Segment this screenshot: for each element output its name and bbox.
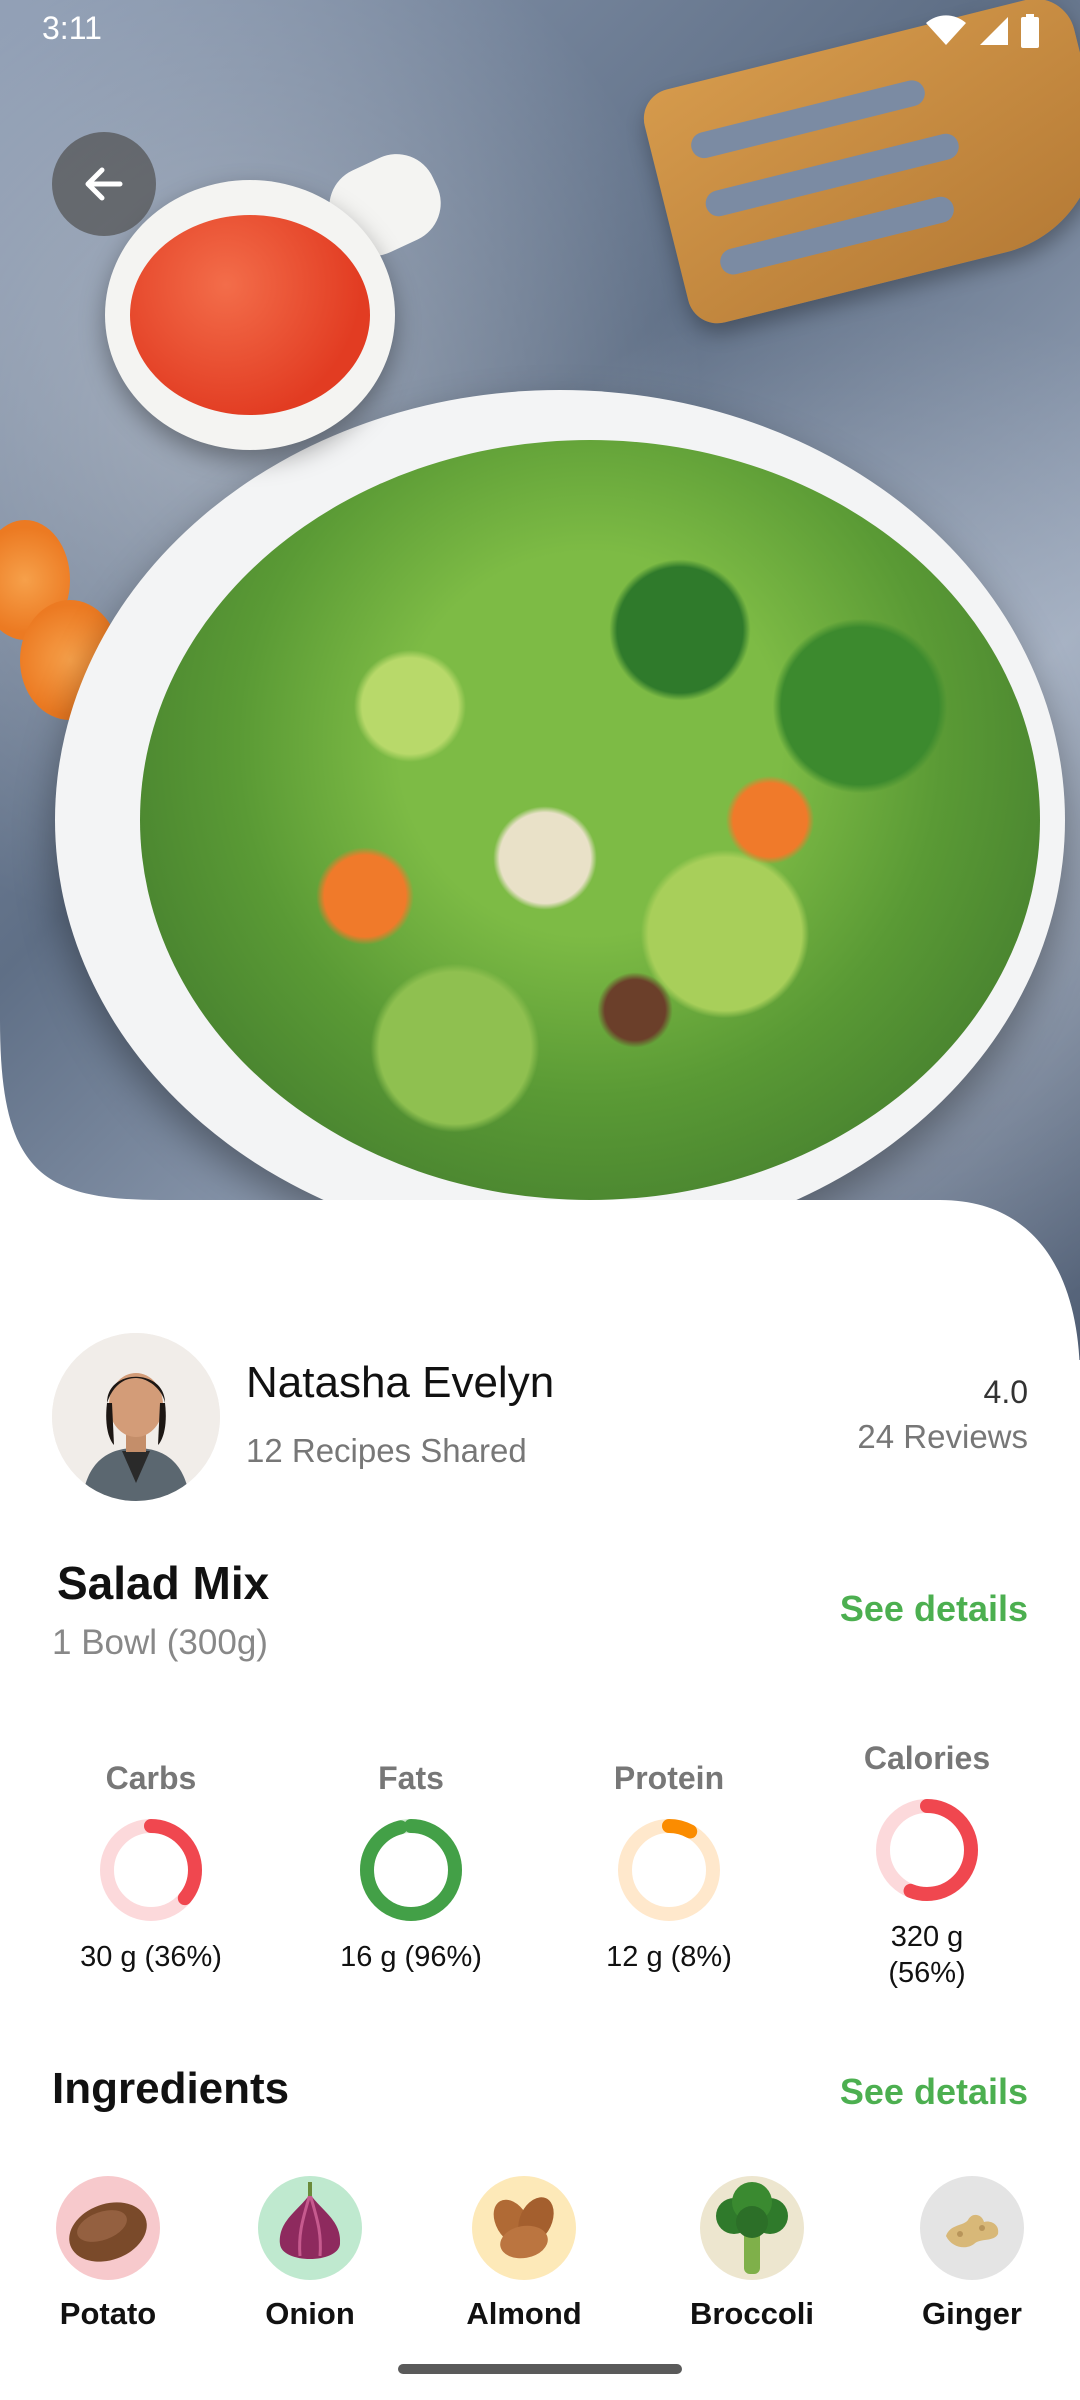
nutrient-carbs: Carbs 30 g (36%) <box>36 1760 266 1975</box>
nutrient-label: Fats <box>378 1760 444 1796</box>
home-indicator[interactable] <box>398 2364 682 2374</box>
ingredients-title: Ingredients <box>52 2064 290 2113</box>
broccoli-icon <box>700 2176 804 2280</box>
ingredient-onion[interactable]: Onion <box>230 2176 390 2332</box>
back-button[interactable] <box>52 132 156 236</box>
author-photo <box>52 1333 220 1501</box>
nutrient-label: Carbs <box>105 1760 197 1796</box>
status-icons <box>926 14 1040 48</box>
recipe-title: Salad Mix <box>57 1557 270 1609</box>
nutrient-ring <box>618 1819 720 1921</box>
ingredient-label: Onion <box>265 2296 355 2331</box>
ingredient-label: Almond <box>466 2296 582 2331</box>
reviews-count[interactable]: 24 Reviews <box>857 1418 1028 1456</box>
nutrient-ring <box>100 1819 202 1921</box>
sauce <box>130 215 370 415</box>
recipe-see-details-link[interactable]: See details <box>840 1588 1028 1630</box>
onion-icon <box>258 2176 362 2280</box>
nutrient-value: 12 g (8%) <box>606 1941 732 1973</box>
status-time: 3:11 <box>42 10 102 46</box>
ingredient-potato[interactable]: Potato <box>28 2176 188 2332</box>
potato-icon <box>56 2176 160 2280</box>
ring-progress <box>360 1819 462 1921</box>
almond-icon <box>472 2176 576 2280</box>
cell-signal-icon <box>980 17 1008 45</box>
nutrient-value: 16 g (96%) <box>340 1941 482 1973</box>
status-bar: 3:11 <box>0 0 1080 64</box>
nutrient-calories: Calories 320 g (56%) <box>812 1740 1042 1992</box>
nutrient-protein: Protein 12 g (8%) <box>554 1760 784 1975</box>
ingredient-label: Broccoli <box>689 2296 815 2331</box>
author-recipes-count: 12 Recipes Shared <box>246 1432 527 1469</box>
ingredient-label: Ginger <box>922 2296 1022 2331</box>
author-name[interactable]: Natasha Evelyn <box>246 1358 554 1408</box>
nutrient-label: Protein <box>613 1760 725 1796</box>
wifi-icon <box>926 15 966 45</box>
ingredient-ginger[interactable]: Ginger <box>892 2176 1052 2332</box>
nutrient-value: 320 g (56%) <box>888 1921 966 1990</box>
arrow-left-icon <box>85 167 123 201</box>
recipe-serving: 1 Bowl (300g) <box>52 1623 268 1662</box>
rating-value: 4.0 <box>983 1374 1028 1410</box>
nutrient-label: Calories <box>863 1740 991 1776</box>
author-avatar[interactable] <box>52 1333 220 1501</box>
nutrient-ring <box>876 1799 978 1901</box>
ingredient-label: Potato <box>59 2296 157 2331</box>
ingredient-broccoli[interactable]: Broccoli <box>672 2176 832 2332</box>
ginger-icon <box>920 2176 1024 2280</box>
ring-track <box>618 1819 720 1921</box>
nutrient-fats: Fats 16 g (96%) <box>296 1760 526 1975</box>
battery-icon <box>1021 14 1039 48</box>
nutrient-ring <box>360 1819 462 1921</box>
ingredients-see-details-link[interactable]: See details <box>840 2071 1028 2113</box>
nutrient-value: 30 g (36%) <box>80 1941 222 1973</box>
ingredient-almond[interactable]: Almond <box>444 2176 604 2332</box>
